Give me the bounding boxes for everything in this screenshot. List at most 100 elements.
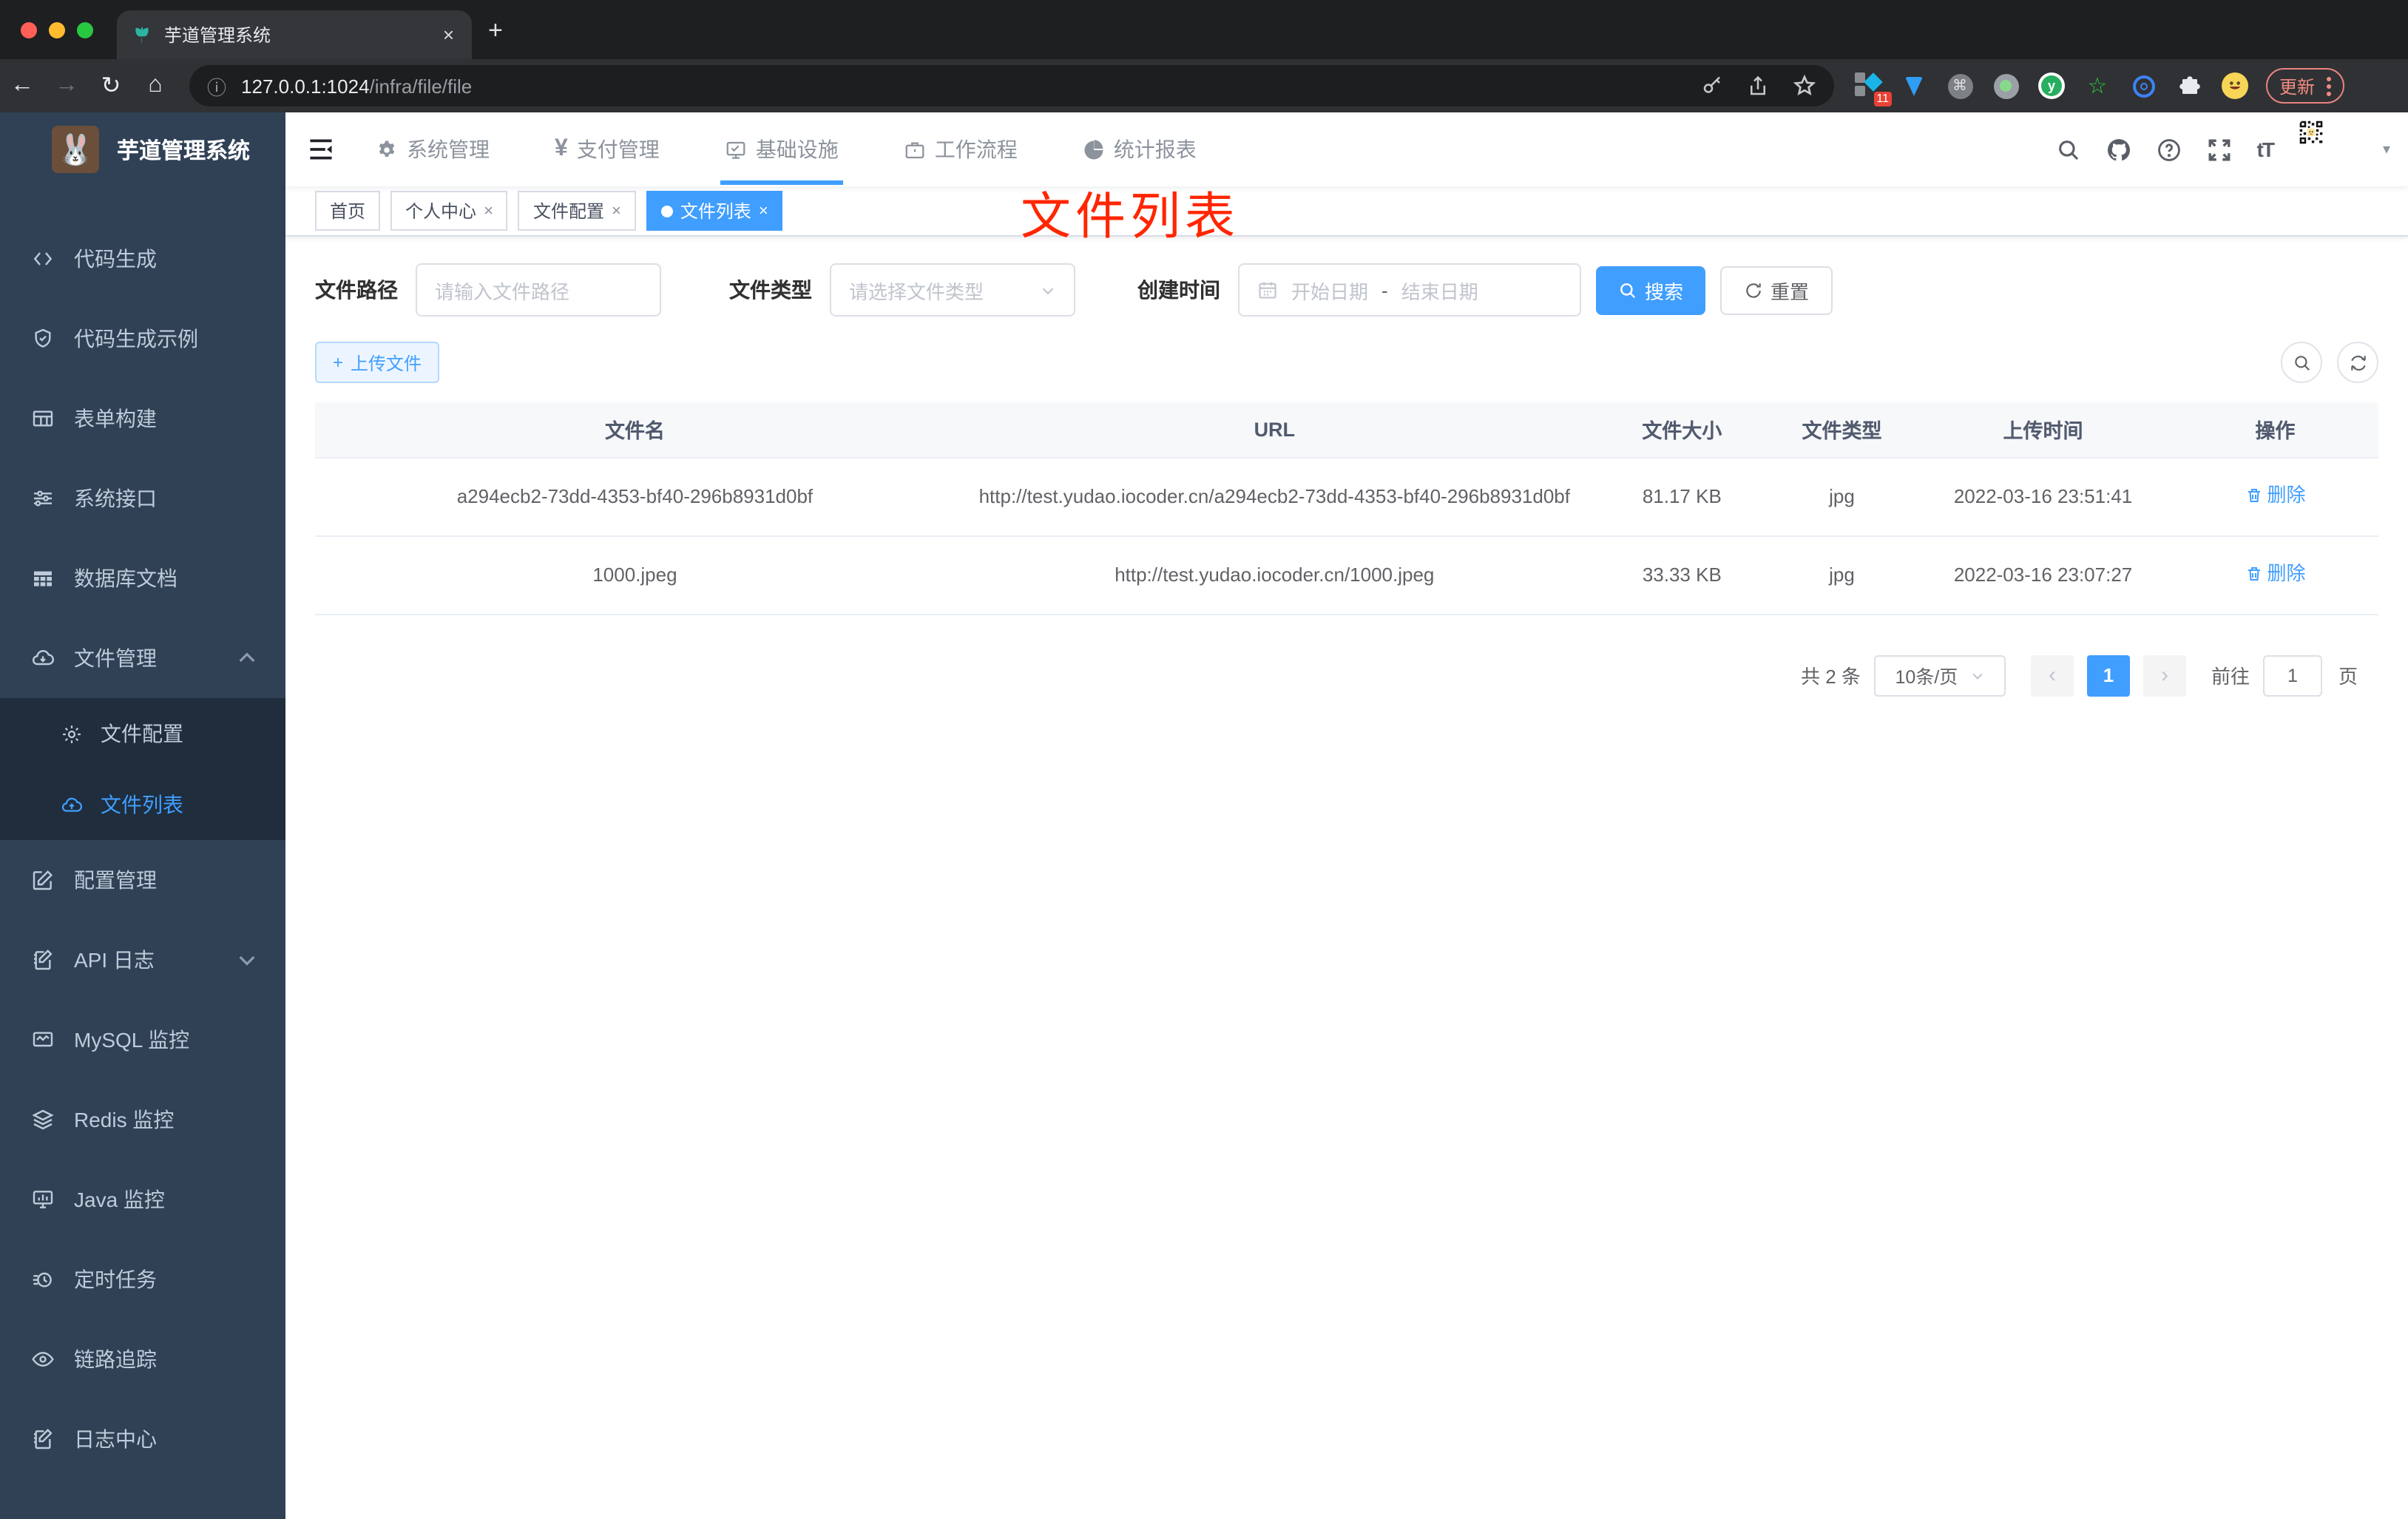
top-menu-pay[interactable]: ¥ 支付管理	[555, 112, 660, 186]
home-icon[interactable]: ⌂	[133, 72, 177, 99]
app-header: 系统管理 ¥ 支付管理 基础设施 工作流程 统计报表 tT ▾	[285, 112, 2408, 186]
page-size-select[interactable]: 10条/页	[1873, 654, 2006, 697]
sidebar-item-mysql-monitor[interactable]: MySQL 监控	[0, 1000, 285, 1080]
sidebar-item-db-doc[interactable]: 数据库文档	[0, 538, 285, 618]
puzzle-extension-icon[interactable]	[2176, 72, 2202, 99]
user-avatar-qr[interactable]	[2298, 120, 2358, 179]
close-window-button[interactable]	[21, 22, 37, 38]
minimize-window-button[interactable]	[49, 22, 65, 38]
top-menu-report[interactable]: 统计报表	[1083, 112, 1197, 186]
collapse-sidebar-icon[interactable]	[308, 138, 334, 161]
goto-page-input[interactable]: 1	[2262, 654, 2322, 697]
top-menu: 系统管理 ¥ 支付管理 基础设施 工作流程 统计报表	[376, 112, 1197, 186]
tag-file-config[interactable]: 文件配置 ×	[518, 191, 636, 231]
sidebar-item-code-demo[interactable]: 代码生成示例	[0, 299, 285, 379]
table-icon	[33, 410, 53, 427]
prev-icon: ‹	[2048, 663, 2056, 689]
screen: 芋道管理系统 × + ← → ↻ ⌂ ⓘ 127.0.0.1:1024/infr…	[0, 0, 2408, 1519]
github-icon[interactable]	[2106, 137, 2131, 162]
date-range-picker[interactable]: 开始日期 - 结束日期	[1238, 263, 1581, 317]
back-icon[interactable]: ←	[0, 72, 44, 99]
search-button[interactable]: 搜索	[1596, 265, 1706, 314]
emoji-extension-icon[interactable]	[2222, 72, 2248, 99]
browser-titlebar: 芋道管理系统 × +	[0, 0, 2408, 59]
extensions-area: 11 ⌘ y ☆	[1855, 72, 2248, 106]
monitor-wave-icon	[33, 1032, 53, 1047]
prev-page-button[interactable]: ‹	[2030, 654, 2074, 697]
file-type-select[interactable]: 请选择文件类型	[830, 263, 1075, 317]
top-menu-workflow[interactable]: 工作流程	[904, 112, 1018, 186]
sidebar-item-form-builder[interactable]: 表单构建	[0, 379, 285, 459]
bookmark-star-icon[interactable]	[1793, 74, 1816, 98]
create-time-label: 创建时间	[1137, 278, 1220, 302]
sidebar-item-redis-monitor[interactable]: Redis 监控	[0, 1080, 285, 1160]
sidebar-item-code-gen[interactable]: 代码生成	[0, 219, 285, 299]
sidebar-item-system-api[interactable]: 系统接口	[0, 459, 285, 538]
sidebar-item-config-manage[interactable]: 配置管理	[0, 840, 285, 920]
address-bar[interactable]: ⓘ 127.0.0.1:1024/infra/file/file	[189, 65, 1834, 106]
command-extension-icon[interactable]: ⌘	[1947, 72, 1973, 99]
trash-icon	[2248, 566, 2260, 581]
sidebar-logo-row[interactable]: 🐰 芋道管理系统	[0, 112, 285, 186]
upload-file-button[interactable]: + 上传文件	[315, 342, 440, 383]
new-tab-button[interactable]: +	[488, 18, 503, 43]
y-extension-icon[interactable]: y	[2038, 72, 2065, 99]
sidebar-item-scheduled-task[interactable]: 定时任务	[0, 1239, 285, 1319]
table-row: a294ecb2-73dd-4353-bf40-296b8931d0bf htt…	[315, 457, 2378, 537]
close-icon[interactable]: ×	[759, 202, 768, 220]
share-icon[interactable]	[1747, 75, 1769, 97]
sidebar-item-file-config[interactable]: 文件配置	[0, 698, 285, 769]
sidebar-item-log-center[interactable]: 日志中心	[0, 1399, 285, 1479]
sidebar-item-trace[interactable]: 链路追踪	[0, 1319, 285, 1399]
delete-button[interactable]: 删除	[2245, 557, 2305, 589]
tag-file-list[interactable]: 文件列表 ×	[646, 191, 783, 231]
refresh-icon	[1746, 283, 1761, 297]
sliders-icon	[34, 490, 52, 507]
search-icon	[1620, 283, 1636, 298]
eye-icon	[32, 1352, 54, 1367]
delete-button[interactable]: 删除	[2245, 478, 2305, 511]
tab-close-icon[interactable]: ×	[440, 24, 457, 46]
password-key-icon[interactable]	[1701, 75, 1723, 97]
forward-icon[interactable]: →	[44, 72, 89, 99]
sidebar-item-file-list[interactable]: 文件列表	[0, 769, 285, 840]
page-number-1[interactable]: 1	[2086, 654, 2130, 697]
table-row: 1000.jpeg http://test.yudao.iocoder.cn/1…	[315, 535, 2378, 615]
fullscreen-icon[interactable]	[2207, 137, 2232, 162]
search-icon	[2294, 355, 2309, 370]
close-icon[interactable]: ×	[612, 202, 621, 220]
file-path-input[interactable]: 请输入文件路径	[416, 263, 661, 317]
avatar-caret-icon[interactable]: ▾	[2383, 141, 2390, 158]
zoom-window-button[interactable]	[77, 22, 93, 38]
browser-tab[interactable]: 芋道管理系统 ×	[117, 10, 472, 59]
search-icon[interactable]	[2056, 137, 2081, 162]
eye-extension-icon[interactable]	[2130, 72, 2157, 99]
display-chart-icon	[33, 1191, 53, 1208]
close-icon[interactable]: ×	[484, 202, 493, 220]
reset-button[interactable]: 重置	[1720, 265, 1833, 314]
sidebar-item-api-log[interactable]: API 日志	[0, 920, 285, 1000]
dot-extension-icon[interactable]	[1992, 72, 2019, 99]
browser-menu-icon[interactable]	[2327, 76, 2332, 95]
sidebar-item-java-monitor[interactable]: Java 监控	[0, 1160, 285, 1239]
gem-extension-icon[interactable]	[1901, 72, 1927, 99]
star-extension-icon[interactable]: ☆	[2084, 72, 2111, 99]
reload-icon[interactable]: ↻	[89, 71, 133, 101]
cell-upload-time: 2022-03-16 23:07:27	[1914, 535, 2172, 615]
site-info-icon[interactable]: ⓘ	[207, 72, 226, 100]
end-date-placeholder: 结束日期	[1401, 280, 1478, 302]
top-menu-system[interactable]: 系统管理	[376, 112, 490, 186]
help-icon[interactable]	[2157, 137, 2182, 162]
refresh-table-button[interactable]	[2337, 342, 2378, 383]
browser-update-button[interactable]: 更新	[2266, 68, 2345, 104]
tag-profile[interactable]: 个人中心 ×	[390, 191, 508, 231]
tag-home[interactable]: 首页	[315, 191, 381, 231]
tabs-extension-icon[interactable]: 11	[1855, 72, 1892, 106]
top-menu-infra[interactable]: 基础设施	[720, 112, 843, 186]
file-table: 文件名 URL 文件大小 文件类型 上传时间 操作 a294ecb2-73dd-…	[315, 402, 2378, 615]
sidebar-item-file-manage[interactable]: 文件管理	[0, 618, 285, 698]
show-search-toggle-button[interactable]	[2281, 342, 2322, 383]
next-page-button[interactable]: ›	[2142, 654, 2186, 697]
calendar-icon	[1259, 282, 1276, 299]
font-size-icon[interactable]: tT	[2257, 138, 2275, 161]
